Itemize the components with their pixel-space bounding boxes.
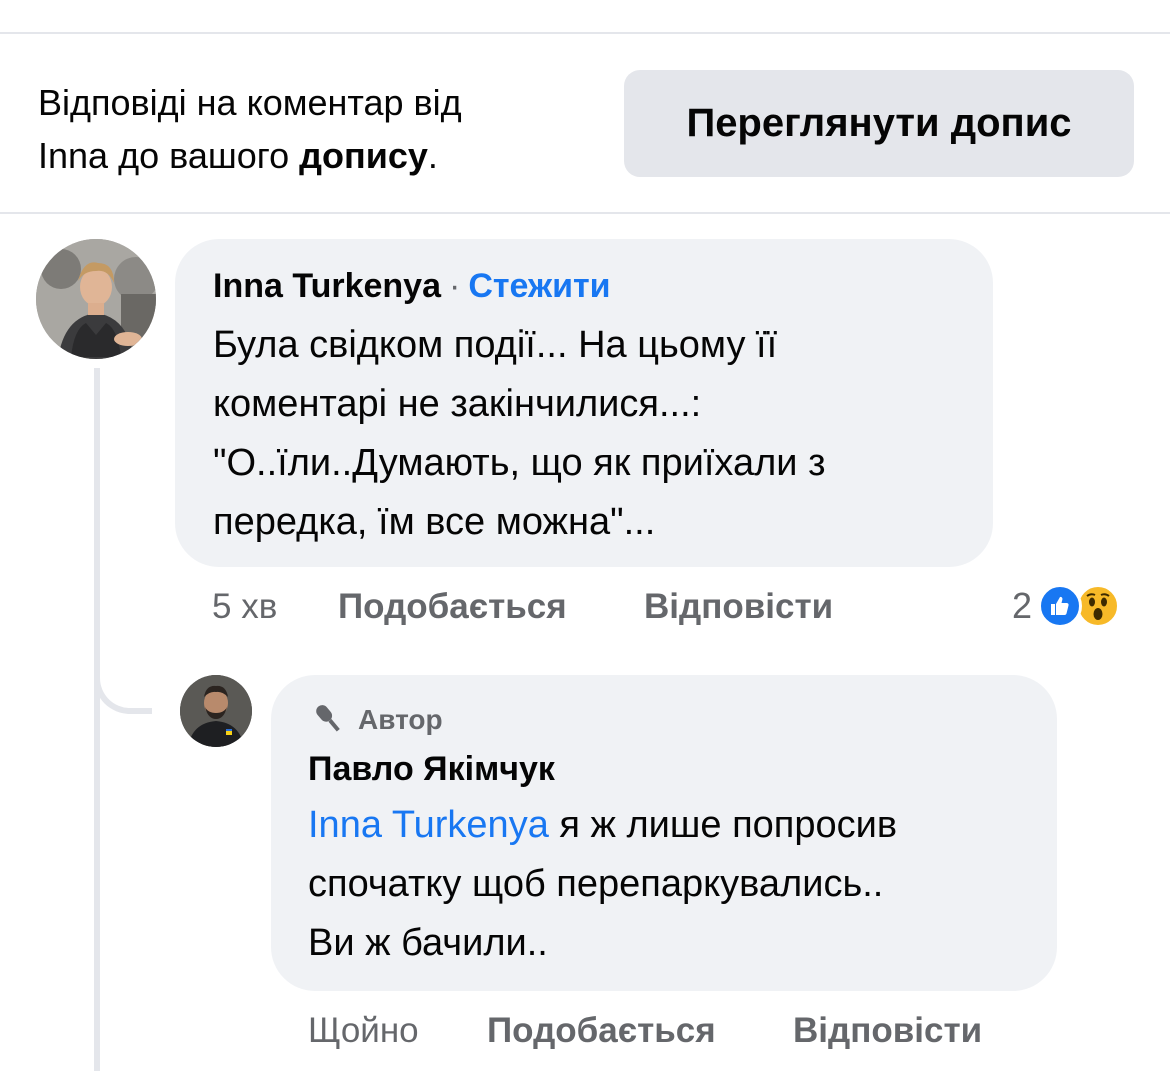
header-divider: [0, 212, 1170, 214]
reply-author-name[interactable]: Павло Якімчук: [308, 750, 555, 789]
reply-timestamp[interactable]: Щойно: [308, 1011, 419, 1051]
reply-text-line: спочатку щоб перепаркувались..: [308, 863, 884, 905]
comment-text-line: "О..їли..Думають, що як приїхали з: [213, 442, 826, 484]
reaction-count: 2: [1012, 585, 1033, 626]
like-button[interactable]: Подобається: [338, 587, 567, 627]
notice-line-1: Відповіді на коментар від: [38, 82, 462, 123]
comment-text-line: коментарі не закінчилися...:: [213, 383, 702, 425]
author-badge-label: Автор: [358, 704, 443, 735]
like-button[interactable]: Подобається: [487, 1011, 716, 1051]
reply-button[interactable]: Відповісти: [644, 587, 833, 627]
comment-text-line: передка, їм все можна"...: [213, 501, 656, 543]
reply-button[interactable]: Відповісти: [793, 1011, 982, 1051]
avatar[interactable]: [36, 239, 156, 359]
view-post-button[interactable]: Переглянути допис: [624, 70, 1134, 177]
reply-text-first: я ж лише попросив: [548, 804, 898, 846]
reply-text: Inna Turkenya я ж лише попросив спочатку…: [308, 796, 1048, 973]
like-icon: [1038, 584, 1083, 628]
comment-text-line: Була свідком події... На цьому її: [213, 324, 778, 366]
notice-post-link[interactable]: допису: [299, 135, 428, 176]
notice-prefix: Inna до вашого: [38, 135, 300, 176]
separator-dot: ·: [449, 267, 461, 305]
thread-line: [94, 368, 100, 1071]
wow-icon: [1076, 584, 1121, 628]
comment-author-name[interactable]: Inna Turkenya: [213, 267, 441, 305]
comment-header: Inna Turkenya · Стежити: [213, 266, 611, 306]
notice-line-2: Inna до вашого допису.: [38, 129, 598, 182]
mention-link[interactable]: Inna Turkenya: [308, 804, 549, 846]
comment-timestamp[interactable]: 5 хв: [212, 587, 277, 627]
notice-suffix: .: [427, 135, 438, 176]
follow-link[interactable]: Стежити: [468, 267, 610, 305]
avatar[interactable]: [180, 675, 252, 747]
microphone-icon: [308, 701, 348, 740]
comment-text: Була свідком події... На цьому її комент…: [213, 316, 973, 552]
reply-text-line: Inna Turkenya я ж лише попросив: [308, 796, 1048, 855]
author-badge: Автор: [308, 702, 443, 738]
thread-connector: [94, 640, 152, 714]
reply-notice: Відповіді на коментар від Inna до вашого…: [38, 76, 598, 182]
top-divider: [0, 32, 1170, 34]
reaction-summary[interactable]: 2: [1012, 582, 1121, 630]
reply-text-line: Ви ж бачили..: [308, 922, 548, 964]
